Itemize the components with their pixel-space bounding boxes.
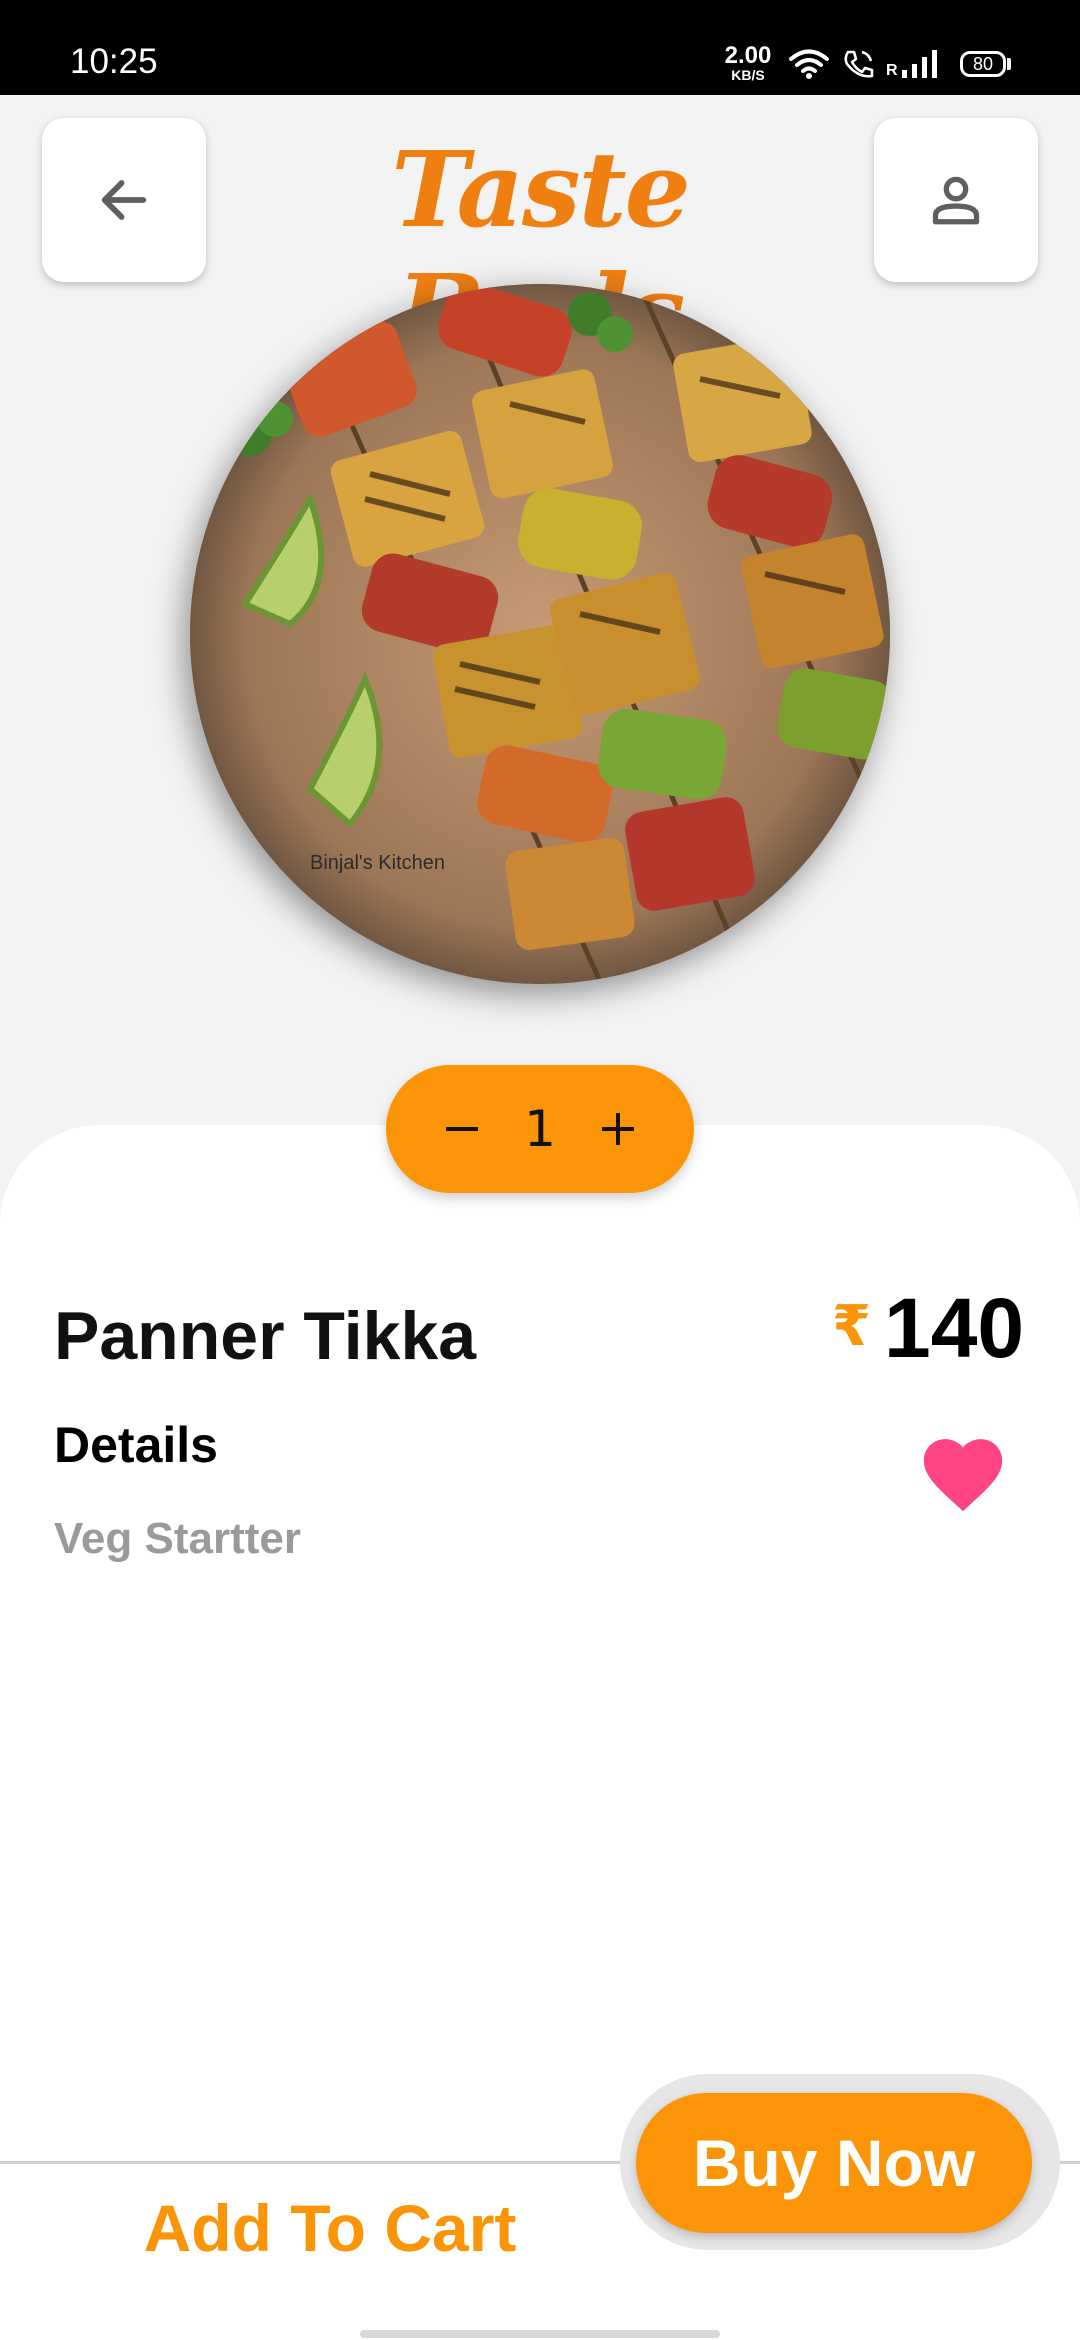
product-price: 140 bbox=[884, 1281, 1025, 1375]
back-button[interactable] bbox=[42, 118, 206, 282]
home-indicator bbox=[360, 2330, 720, 2338]
quantity-stepper: 1 bbox=[386, 1065, 694, 1193]
profile-button[interactable] bbox=[874, 118, 1038, 282]
increase-quantity-button[interactable] bbox=[578, 1089, 658, 1169]
details-heading: Details bbox=[54, 1417, 218, 1473]
details-text: Veg Startter bbox=[54, 1514, 301, 1563]
network-speed: 2.00 KB/S bbox=[718, 42, 778, 83]
battery-tip bbox=[1007, 58, 1011, 70]
network-speed-value: 2.00 bbox=[724, 42, 772, 69]
arrow-left-icon bbox=[101, 180, 147, 220]
product-name: Panner Tikka bbox=[54, 1298, 477, 1374]
wifi-calling-icon bbox=[844, 50, 874, 78]
paneer-tikka-skewers-photo: Binjal's Kitchen bbox=[190, 284, 890, 984]
rupee-icon: ₹ bbox=[832, 1294, 871, 1359]
signal-icon bbox=[902, 50, 937, 78]
status-time: 10:25 bbox=[70, 42, 158, 81]
product-image: Binjal's Kitchen bbox=[190, 284, 890, 984]
buy-now-button[interactable]: Buy Now bbox=[636, 2093, 1032, 2233]
add-to-cart-button[interactable]: Add To Cart bbox=[60, 2190, 600, 2266]
person-icon bbox=[932, 176, 980, 225]
status-bar: 10:25 2.00 KB/S R 80 bbox=[0, 0, 1080, 95]
heart-icon bbox=[923, 1439, 1003, 1512]
quantity-value: 1 bbox=[524, 1100, 556, 1158]
roaming-indicator: R bbox=[886, 62, 898, 79]
photo-watermark: Binjal's Kitchen bbox=[310, 852, 445, 874]
wifi-icon bbox=[789, 49, 829, 79]
network-speed-unit: KB/S bbox=[731, 67, 765, 83]
battery-icon: 80 bbox=[960, 51, 1006, 77]
favorite-button[interactable] bbox=[916, 1428, 1010, 1516]
plus-icon bbox=[602, 1113, 634, 1145]
